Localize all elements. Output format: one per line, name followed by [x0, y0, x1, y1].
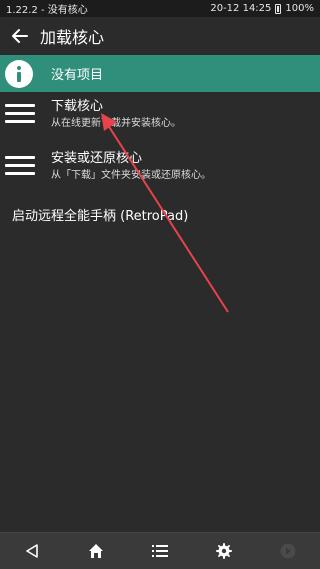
battery-text: 100% [285, 3, 314, 14]
hamburger-icon [5, 104, 35, 123]
status-bar: 1.22.2 - 没有核心 20-12 14:25 100% [0, 0, 320, 17]
list-icon[interactable] [140, 536, 180, 566]
battery-icon [275, 3, 282, 14]
download-core-text: 下载核心 从在线更新下载并安装核心。 [51, 98, 181, 132]
download-core-subtitle: 从在线更新下载并安装核心。 [51, 118, 181, 129]
bottom-nav-bar [0, 532, 320, 569]
install-restore-core-subtitle: 从「下载」文件夹安装或还原核心。 [51, 170, 211, 181]
back-triangle-icon[interactable] [12, 536, 52, 566]
play-circle-icon[interactable] [268, 536, 308, 566]
install-restore-core-title: 安装或还原核心 [51, 151, 143, 166]
download-core-title: 下载核心 [51, 99, 104, 114]
install-restore-core-text: 安装或还原核心 从「下载」文件夹安装或还原核心。 [51, 150, 211, 184]
clock-text: 20-12 14:25 [210, 3, 272, 14]
title-bar: 加载核心 [0, 17, 320, 55]
home-icon[interactable] [76, 536, 116, 566]
remote-retropad-item[interactable]: 启动远程全能手柄 (RetroPad) [12, 205, 188, 224]
status-right: 20-12 14:25 100% [210, 3, 314, 14]
hamburger-icon [5, 156, 35, 175]
no-items-label: 没有项目 [51, 68, 104, 83]
page-title: 加载核心 [40, 28, 105, 47]
arrow-left-icon[interactable] [8, 24, 32, 48]
info-bar: 没有项目 [0, 55, 320, 92]
status-left-text: 1.22.2 - 没有核心 [6, 5, 88, 16]
gear-icon[interactable] [204, 536, 244, 566]
info-icon [5, 59, 33, 88]
install-restore-core-item[interactable]: 安装或还原核心 从「下载」文件夹安装或还原核心。 [0, 150, 320, 184]
download-core-item[interactable]: 下载核心 从在线更新下载并安装核心。 [0, 98, 320, 132]
